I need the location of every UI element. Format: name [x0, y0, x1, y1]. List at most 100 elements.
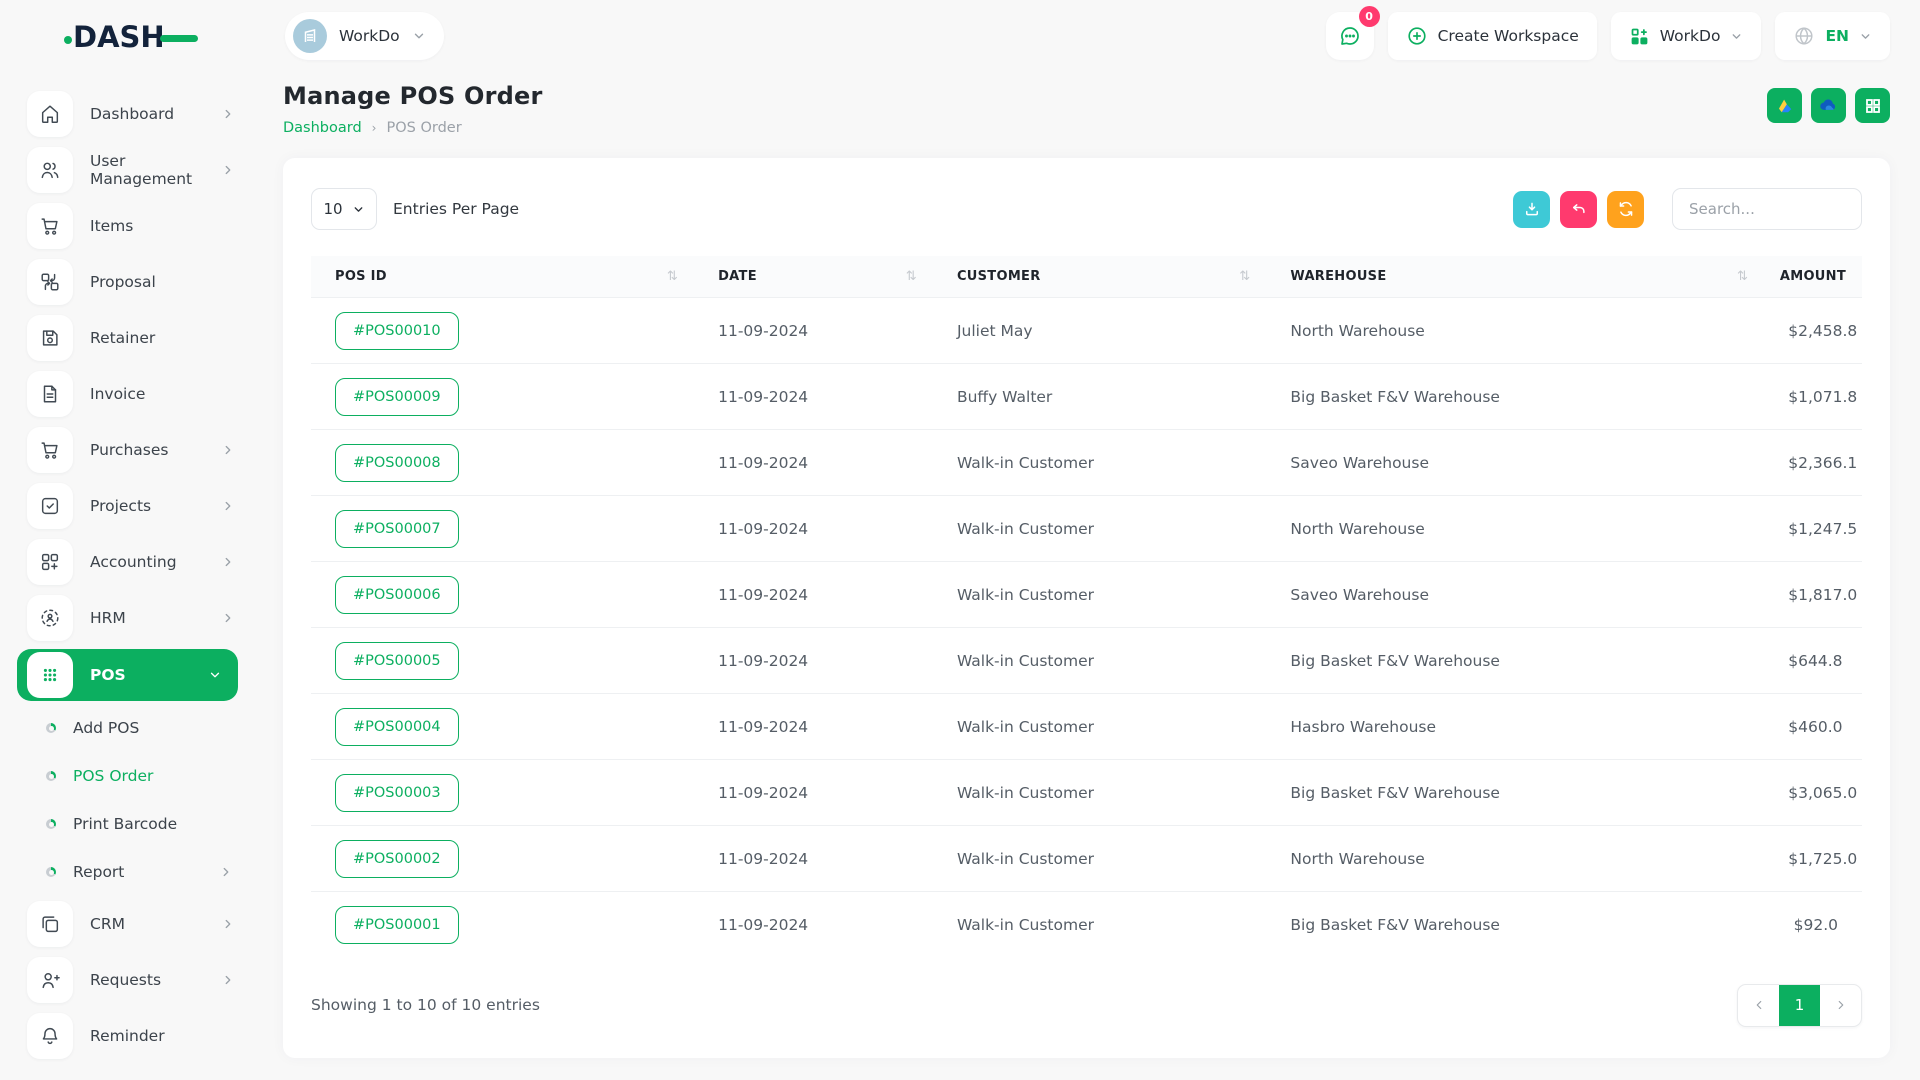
table-body: #POS00010 11-09-2024 Juliet May North Wa… — [311, 298, 1862, 958]
pos-id-badge[interactable]: #POS00007 — [335, 510, 459, 548]
cart-icon — [27, 203, 73, 249]
entries-per-page-select[interactable]: 10 — [311, 188, 377, 230]
date-cell: 11-09-2024 — [694, 892, 933, 958]
chevron-right-icon: › — [372, 121, 377, 135]
chevron-down-icon — [208, 668, 222, 682]
pos-id-cell: #POS00006 — [311, 562, 694, 628]
pos-id-badge[interactable]: #POS00003 — [335, 774, 459, 812]
workspace-selector[interactable]: WorkDo — [285, 12, 444, 60]
pos-id-badge[interactable]: #POS00006 — [335, 576, 459, 614]
reset-undo-button[interactable] — [1560, 191, 1597, 228]
messages-button[interactable]: 0 — [1326, 12, 1374, 60]
google-drive-icon — [1775, 96, 1794, 115]
column-header-customer[interactable]: CUSTOMER⇅ — [933, 256, 1266, 298]
svg-text:DASH: DASH — [73, 20, 165, 54]
bullet-icon — [46, 771, 56, 781]
date-cell: 11-09-2024 — [694, 364, 933, 430]
pagination: 1 — [1737, 984, 1862, 1027]
table-row: #POS00003 11-09-2024 Walk-in Customer Bi… — [311, 760, 1862, 826]
undo-arrow-icon — [1570, 200, 1588, 218]
bullet-icon — [46, 867, 56, 877]
sidebar-subitem-add-pos[interactable]: Add POS — [0, 704, 255, 752]
pos-id-badge[interactable]: #POS00001 — [335, 906, 459, 944]
onedrive-icon — [1818, 95, 1839, 116]
search-input[interactable] — [1672, 188, 1862, 230]
pos-id-cell: #POS00004 — [311, 694, 694, 760]
create-workspace-button[interactable]: Create Workspace — [1388, 12, 1597, 60]
column-header-date[interactable]: DATE⇅ — [694, 256, 933, 298]
sidebar-item-retainer[interactable]: Retainer — [0, 310, 255, 366]
pos-id-badge[interactable]: #POS00002 — [335, 840, 459, 878]
pos-id-badge[interactable]: #POS00010 — [335, 312, 459, 350]
pos-id-cell: #POS00001 — [311, 892, 694, 958]
home-icon — [27, 91, 73, 137]
warehouse-cell: Big Basket F&V Warehouse — [1266, 364, 1764, 430]
pos-id-badge[interactable]: #POS00009 — [335, 378, 459, 416]
sidebar-item-hrm[interactable]: HRM — [0, 590, 255, 646]
user-plus-icon — [27, 957, 73, 1003]
check-square-icon — [27, 483, 73, 529]
refresh-button[interactable] — [1607, 191, 1644, 228]
date-cell: 11-09-2024 — [694, 496, 933, 562]
column-header-warehouse[interactable]: WAREHOUSE⇅ — [1266, 256, 1764, 298]
sidebar-item-reminder[interactable]: Reminder — [0, 1008, 255, 1064]
chevron-right-icon — [221, 917, 235, 931]
table-row: #POS00002 11-09-2024 Walk-in Customer No… — [311, 826, 1862, 892]
pagination-next-button[interactable] — [1820, 985, 1861, 1026]
grid-plus-icon — [27, 539, 73, 585]
pagination-prev-button[interactable] — [1738, 985, 1779, 1026]
customer-cell: Walk-in Customer — [933, 562, 1266, 628]
sidebar-item-pos[interactable]: POS — [17, 649, 238, 701]
sidebar-item-purchases[interactable]: Purchases — [0, 422, 255, 478]
google-drive-button[interactable] — [1767, 88, 1802, 123]
sort-icon: ⇅ — [1239, 269, 1250, 284]
export-download-button[interactable] — [1513, 191, 1550, 228]
pos-order-card: 10 Entries Per Page — [283, 158, 1890, 1058]
pos-id-badge[interactable]: #POS00004 — [335, 708, 459, 746]
date-cell: 11-09-2024 — [694, 628, 933, 694]
warehouse-cell: North Warehouse — [1266, 298, 1764, 364]
chevron-right-icon — [1834, 998, 1848, 1012]
workspace-menu-button[interactable]: WorkDo — [1611, 12, 1762, 60]
sort-icon: ⇅ — [906, 269, 917, 284]
amount-cell: $92.0 — [1764, 892, 1862, 958]
sidebar-item-requests[interactable]: Requests — [0, 952, 255, 1008]
plus-circle-icon — [1406, 25, 1428, 47]
sidebar-item-dashboard[interactable]: Dashboard — [0, 86, 255, 142]
pos-id-badge[interactable]: #POS00008 — [335, 444, 459, 482]
table-row: #POS00009 11-09-2024 Buffy Walter Big Ba… — [311, 364, 1862, 430]
warehouse-cell: Hasbro Warehouse — [1266, 694, 1764, 760]
chat-bubble-icon — [1338, 24, 1362, 48]
sidebar-item-user-management[interactable]: User Management — [0, 142, 255, 198]
sidebar-item-items[interactable]: Items — [0, 198, 255, 254]
chevron-right-icon — [221, 443, 235, 457]
globe-icon — [1793, 25, 1815, 47]
breadcrumb-dashboard-link[interactable]: Dashboard — [283, 120, 362, 136]
pagination-page-1[interactable]: 1 — [1779, 985, 1820, 1026]
onedrive-button[interactable] — [1811, 88, 1846, 123]
pos-id-cell: #POS00008 — [311, 430, 694, 496]
sidebar-subitem-report[interactable]: Report — [0, 848, 255, 896]
sidebar-item-crm[interactable]: CRM — [0, 896, 255, 952]
customer-cell: Buffy Walter — [933, 364, 1266, 430]
sidebar-item-proposal[interactable]: Proposal — [0, 254, 255, 310]
pos-id-badge[interactable]: #POS00005 — [335, 642, 459, 680]
main-content: Manage POS Order Dashboard › POS Order — [255, 72, 1920, 1080]
date-cell: 11-09-2024 — [694, 298, 933, 364]
sidebar-item-projects[interactable]: Projects — [0, 478, 255, 534]
sidebar-item-invoice[interactable]: Invoice — [0, 366, 255, 422]
sidebar-item-accounting[interactable]: Accounting — [0, 534, 255, 590]
grid-add-icon — [1629, 26, 1650, 47]
amount-cell: $1,247.5 — [1764, 496, 1862, 562]
language-selector[interactable]: EN — [1775, 12, 1890, 60]
grid-view-button[interactable] — [1855, 88, 1890, 123]
brand-logo[interactable]: DASH — [0, 16, 255, 56]
messages-count-badge: 0 — [1359, 6, 1380, 27]
date-cell: 11-09-2024 — [694, 760, 933, 826]
sidebar-subitem-pos-order[interactable]: POS Order — [0, 752, 255, 800]
sidebar-subitem-print-barcode[interactable]: Print Barcode — [0, 800, 255, 848]
column-header-amount[interactable]: AMOUNT — [1764, 256, 1862, 298]
column-header-pos-id[interactable]: POS ID⇅ — [311, 256, 694, 298]
save-disk-icon — [27, 315, 73, 361]
customer-cell: Walk-in Customer — [933, 826, 1266, 892]
